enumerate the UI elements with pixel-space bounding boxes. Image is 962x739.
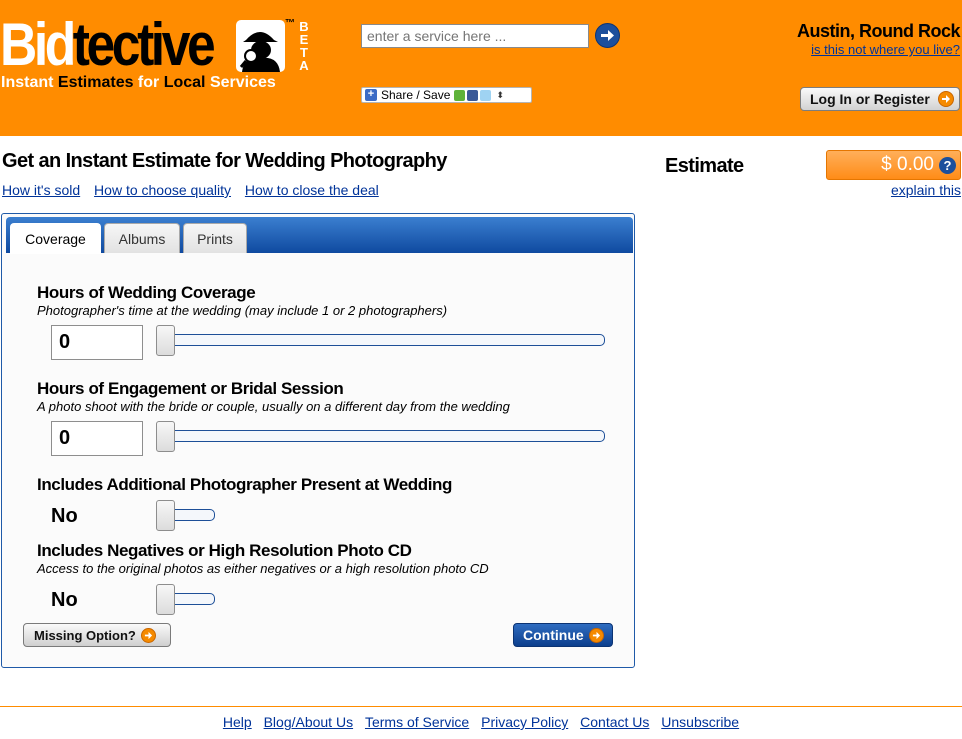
beta-label: B E T A: [299, 19, 309, 73]
tab-albums[interactable]: Albums: [104, 223, 180, 253]
plus-icon: +: [365, 89, 377, 101]
question-desc: Photographer's time at the wedding (may …: [37, 303, 448, 318]
link-choose-quality[interactable]: How to choose quality: [94, 182, 231, 198]
facebook-icon: [467, 89, 479, 101]
estimate-amount: $ 0.00: [881, 154, 934, 175]
footer-link-terms[interactable]: Terms of Service: [365, 714, 469, 730]
twitter-icon: [480, 89, 492, 101]
question-desc: A photo shoot with the bride or couple, …: [37, 399, 510, 414]
service-search-input[interactable]: [361, 24, 589, 48]
arrow-right-icon: [588, 627, 604, 643]
footer-divider: [0, 706, 962, 707]
link-how-its-sold[interactable]: How it's sold: [2, 182, 80, 198]
engagement-hours-input[interactable]: 0: [51, 421, 143, 456]
footer-link-blog[interactable]: Blog/About Us: [264, 714, 354, 730]
coverage-hours-input[interactable]: 0: [51, 325, 143, 360]
page-title: Get an Instant Estimate for Wedding Phot…: [2, 150, 447, 172]
tagline: Instant Estimates for Local Services: [1, 74, 276, 91]
tab-bar: Coverage Albums Prints: [6, 217, 633, 254]
toggle-handle[interactable]: [156, 584, 175, 615]
detective-icon: [236, 20, 285, 72]
question-desc: Access to the original photos as either …: [37, 561, 489, 576]
help-icon[interactable]: ?: [939, 157, 956, 174]
continue-button[interactable]: Continue: [513, 623, 613, 647]
arrow-right-icon: [140, 627, 156, 643]
slider-handle[interactable]: [156, 325, 175, 356]
login-register-button[interactable]: Log In or Register: [800, 87, 960, 111]
tab-coverage[interactable]: Coverage: [10, 223, 101, 254]
question-title: Hours of Engagement or Bridal Session: [37, 379, 344, 398]
logo-text-tective: tective: [72, 11, 216, 78]
updown-arrows-icon: ⬍: [496, 89, 504, 100]
footer-link-privacy[interactable]: Privacy Policy: [481, 714, 568, 730]
missing-option-button[interactable]: Missing Option?: [23, 623, 171, 647]
login-label: Log In or Register: [810, 91, 930, 107]
footer-link-unsubscribe[interactable]: Unsubscribe: [661, 714, 739, 730]
arrow-right-icon: [937, 91, 954, 107]
change-location-link[interactable]: is this not where you live?: [811, 42, 960, 57]
question-title: Includes Negatives or High Resolution Ph…: [37, 541, 412, 560]
question-title: Hours of Wedding Coverage: [37, 283, 256, 302]
site-header: Bidtective ™ B E T A Instant Estimates f…: [0, 0, 962, 136]
footer-link-help[interactable]: Help: [223, 714, 252, 730]
arrow-right-icon: [601, 30, 614, 41]
additional-photographer-value: No: [51, 505, 78, 527]
toggle-handle[interactable]: [156, 500, 175, 531]
search-go-button[interactable]: [595, 23, 620, 48]
location-name: Austin, Round Rock: [797, 21, 961, 41]
help-links: How it's sold How to choose quality How …: [2, 182, 389, 198]
question-title: Includes Additional Photographer Present…: [37, 475, 453, 494]
share-label: Share / Save: [381, 88, 451, 102]
footer-link-contact[interactable]: Contact Us: [580, 714, 649, 730]
missing-option-label: Missing Option?: [34, 627, 136, 643]
share-green-icon: [454, 89, 466, 101]
slider-handle[interactable]: [156, 421, 175, 452]
engagement-hours-slider[interactable]: [160, 430, 605, 442]
trademark: ™: [285, 18, 295, 29]
share-save-button[interactable]: + Share / Save ⬍: [361, 87, 532, 103]
negatives-cd-value: No: [51, 589, 78, 611]
footer-links: Help Blog/About Us Terms of Service Priv…: [0, 714, 962, 730]
estimate-label: Estimate: [665, 155, 744, 177]
continue-label: Continue: [523, 627, 584, 643]
logo-text-bid: Bid: [0, 11, 76, 78]
logo[interactable]: Bidtective: [0, 11, 216, 78]
explain-link[interactable]: explain this: [891, 182, 961, 198]
estimate-value-box: $ 0.00 ?: [826, 150, 961, 180]
coverage-hours-slider[interactable]: [160, 334, 605, 346]
tab-prints[interactable]: Prints: [183, 223, 247, 253]
link-close-deal[interactable]: How to close the deal: [245, 182, 379, 198]
